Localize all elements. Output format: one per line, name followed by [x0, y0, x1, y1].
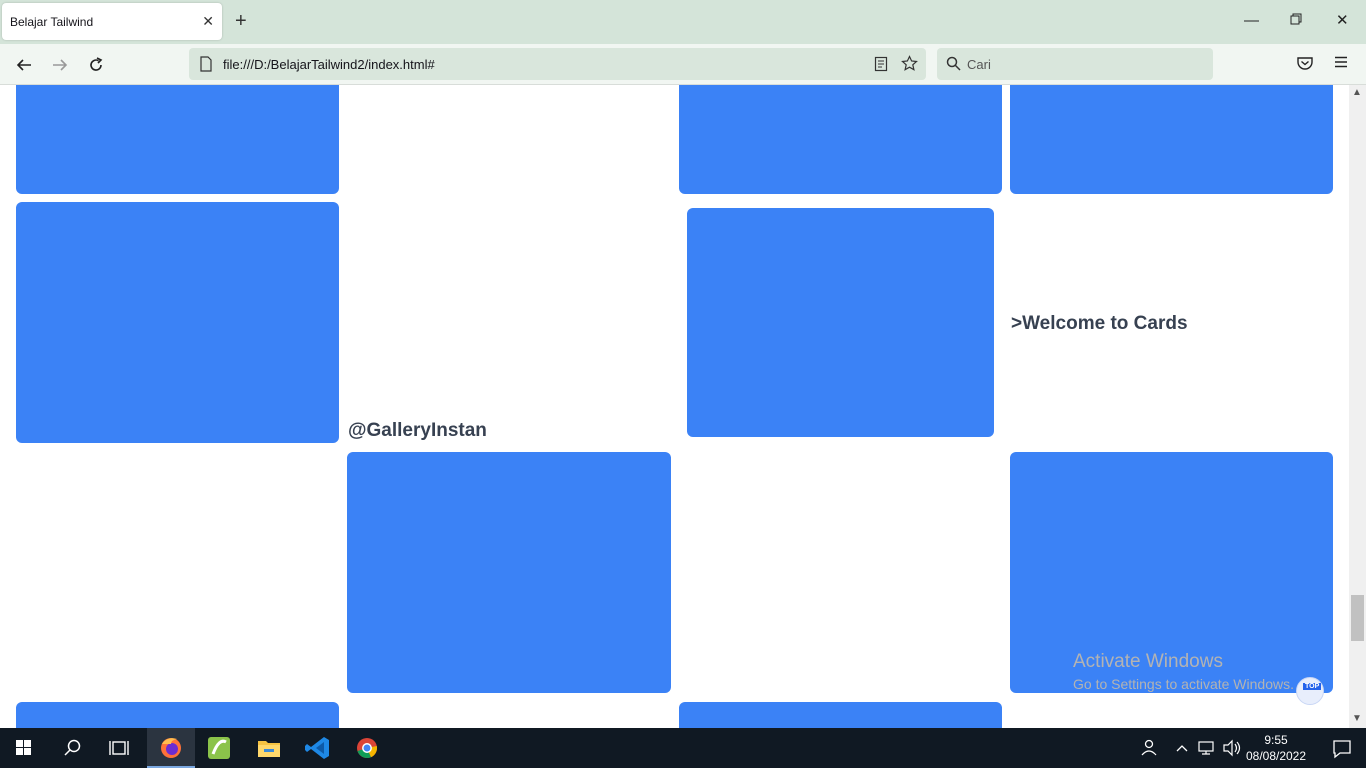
forward-icon[interactable] [49, 54, 71, 76]
start-windows-icon[interactable] [0, 728, 48, 768]
card[interactable] [687, 208, 994, 437]
card[interactable] [16, 202, 339, 443]
card[interactable] [347, 452, 671, 693]
welcome-heading: >Welcome to Cards [1011, 313, 1188, 334]
vscode-icon[interactable] [294, 728, 342, 768]
firefox-icon[interactable] [147, 728, 195, 768]
notification-center-icon[interactable] [1318, 728, 1366, 768]
file-explorer-icon[interactable] [245, 728, 293, 768]
menu-hamburger-icon[interactable] [1333, 54, 1355, 76]
task-view-icon[interactable] [96, 728, 144, 768]
activate-windows-subtitle: Go to Settings to activate Windows. [1073, 676, 1294, 692]
search-icon [946, 56, 961, 76]
tab-active[interactable]: Belajar Tailwind ✕ [2, 3, 222, 40]
volume-icon[interactable] [1220, 728, 1244, 768]
activate-windows-title: Activate Windows [1073, 651, 1223, 672]
restore-icon[interactable] [1290, 10, 1302, 32]
system-clock[interactable]: 9:55 08/08/2022 [1245, 732, 1307, 764]
reader-view-icon[interactable] [874, 56, 888, 77]
tab-title: Belajar Tailwind [10, 15, 94, 29]
minimize-icon[interactable]: — [1244, 10, 1259, 32]
close-window-icon[interactable]: ✕ [1336, 10, 1349, 32]
app-green-icon[interactable] [195, 728, 243, 768]
people-icon[interactable] [1125, 728, 1173, 768]
reload-icon[interactable] [85, 54, 107, 76]
clock-date: 08/08/2022 [1245, 749, 1307, 763]
page-icon [199, 56, 213, 77]
navigation-toolbar: file:///D:/BelajarTailwind2/index.html# … [0, 44, 1366, 85]
search-bar[interactable]: Cari [937, 48, 1213, 80]
bookmark-star-icon[interactable] [901, 55, 918, 77]
url-bar[interactable]: file:///D:/BelajarTailwind2/index.html# [189, 48, 926, 80]
vertical-scrollbar[interactable]: ▲ ▼ [1349, 85, 1366, 728]
gallery-heading: @GalleryInstan [348, 420, 487, 441]
back-icon[interactable] [13, 54, 35, 76]
chrome-icon[interactable] [343, 728, 391, 768]
tab-strip: Belajar Tailwind ✕ + — ✕ [0, 0, 1366, 44]
tab-close-icon[interactable]: ✕ [202, 12, 214, 30]
search-placeholder: Cari [967, 57, 991, 72]
scroll-up-icon[interactable]: ▲ [1352, 87, 1362, 98]
card[interactable] [1010, 85, 1333, 194]
card[interactable] [16, 85, 339, 194]
top-label: TOP [1303, 683, 1322, 690]
card[interactable] [16, 702, 339, 728]
show-hidden-icons-chevron-icon[interactable] [1170, 728, 1194, 768]
card[interactable] [679, 85, 1002, 194]
back-to-top-button[interactable]: TOP [1296, 677, 1324, 705]
windows-taskbar: 9:55 08/08/2022 [0, 728, 1366, 768]
url-text: file:///D:/BelajarTailwind2/index.html# [223, 57, 435, 72]
scroll-down-icon[interactable]: ▼ [1352, 713, 1362, 724]
page-viewport: @GalleryInstan >Welcome to Cards TOP Act… [0, 85, 1349, 728]
network-icon[interactable] [1194, 728, 1220, 768]
pocket-icon[interactable] [1296, 54, 1318, 76]
scroll-thumb[interactable] [1351, 595, 1364, 641]
search-taskbar-icon[interactable] [48, 728, 96, 768]
clock-time: 9:55 [1264, 733, 1288, 747]
new-tab-plus-icon[interactable]: + [235, 11, 247, 31]
card[interactable] [679, 702, 1002, 728]
